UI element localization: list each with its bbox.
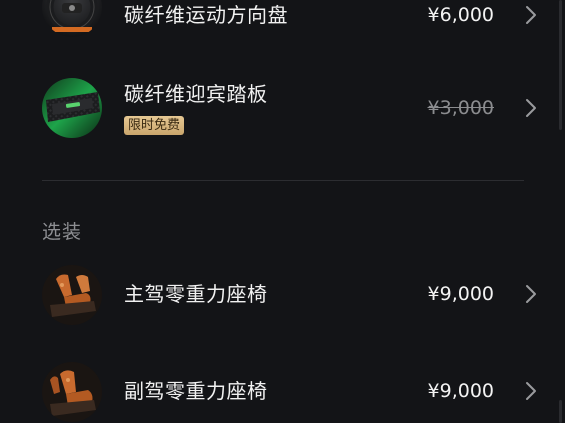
option-price-original: ¥3,000 xyxy=(427,97,494,119)
option-item-passenger-seat[interactable]: 副驾零重力座椅 ¥9,000 xyxy=(0,351,540,423)
option-name: 碳纤维迎宾踏板 xyxy=(124,82,268,106)
option-name: 主驾零重力座椅 xyxy=(124,282,268,306)
chevron-right-icon xyxy=(522,3,540,27)
scrollbar-track[interactable] xyxy=(559,0,562,130)
option-name: 副驾零重力座椅 xyxy=(124,379,268,403)
section-title-optional: 选装 xyxy=(42,221,83,243)
option-item-driver-seat[interactable]: 主驾零重力座椅 ¥9,000 xyxy=(0,254,540,334)
option-price: ¥6,000 xyxy=(427,4,494,26)
steering-wheel-icon xyxy=(42,0,102,37)
section-divider xyxy=(42,180,524,181)
chevron-right-icon xyxy=(522,282,540,306)
chevron-right-icon xyxy=(522,379,540,403)
option-item-door-sill[interactable]: 碳纤维迎宾踏板 ¥3,000 xyxy=(0,68,540,148)
option-price: ¥9,000 xyxy=(427,380,494,402)
option-item-steering-wheel[interactable]: 碳纤维运动方向盘 ¥6,000 xyxy=(0,0,540,55)
chevron-right-icon xyxy=(522,96,540,120)
door-sill-icon xyxy=(42,78,102,138)
seat-icon xyxy=(42,265,102,325)
option-name: 碳纤维运动方向盘 xyxy=(124,3,288,27)
scrollbar-track-lower[interactable] xyxy=(559,400,562,423)
limited-free-badge: 限时免费 xyxy=(124,116,185,135)
options-page: 碳纤维运动方向盘 ¥6,000 碳纤维迎宾踏板 ¥3,000 限时免费 选装 主… xyxy=(0,0,565,423)
option-price: ¥9,000 xyxy=(427,283,494,305)
seat-icon xyxy=(42,362,102,422)
